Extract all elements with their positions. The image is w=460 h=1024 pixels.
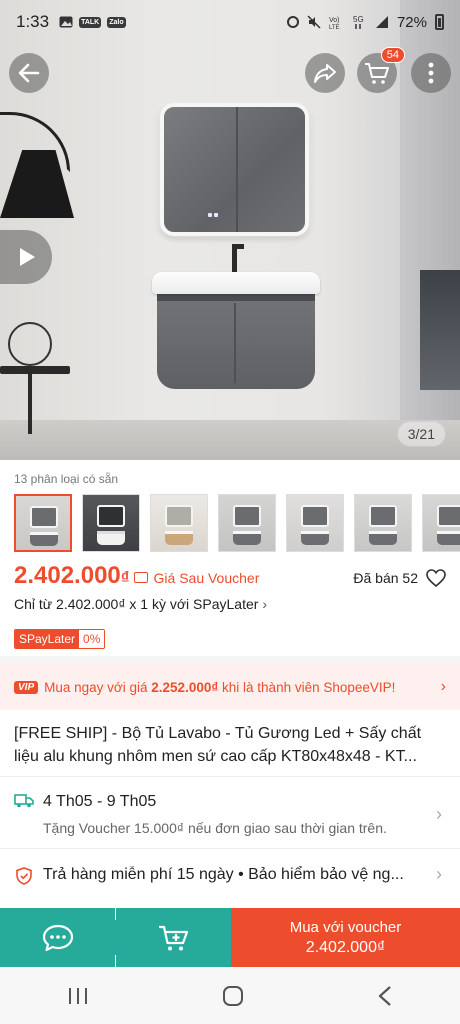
divider <box>0 776 460 777</box>
variant-thumbnails <box>14 494 460 552</box>
alarm-icon <box>286 16 299 28</box>
price-row: 2.402.000₫ Giá Sau Voucher Đã bán 52 <box>14 562 446 590</box>
cart-button[interactable]: 54 <box>357 47 405 93</box>
vip-badge: VIP <box>14 680 39 694</box>
shield-icon <box>16 867 32 885</box>
back-button[interactable] <box>9 53 49 93</box>
notification-icons: TALK Zalo <box>59 16 126 28</box>
shipping-voucher-note: Tặng Voucher 15.000₫ nếu đơn giao sau th… <box>43 820 387 836</box>
spaylater-badge: SPayLater 0% <box>14 629 106 649</box>
vanity-cabinet <box>157 293 315 389</box>
more-vertical-icon <box>428 62 434 84</box>
buy-button-price: 2.402.000₫ <box>305 938 386 956</box>
vip-offer-bar[interactable]: VIP Mua ngay với giá 2.252.000₫ khi là t… <box>0 664 460 710</box>
voucher-icon <box>133 572 148 583</box>
play-icon <box>20 248 35 266</box>
svg-text:Vo): Vo) <box>329 17 340 24</box>
zalo-icon: Zalo <box>107 16 126 28</box>
variants-label: 13 phân loại có sẵn <box>14 472 119 486</box>
floor-decor <box>0 420 460 460</box>
divider <box>0 848 460 849</box>
recent-apps-icon[interactable] <box>67 986 89 1006</box>
vip-offer-text: Mua ngay với giá 2.252.000₫ khi là thành… <box>44 679 396 695</box>
variant-thumb[interactable] <box>422 494 460 552</box>
talk-icon: TALK <box>79 16 102 28</box>
buy-with-voucher-button[interactable]: Mua với voucher 2.402.000₫ <box>231 908 460 967</box>
cart-count-badge: 54 <box>380 47 405 63</box>
heart-icon[interactable] <box>426 569 446 587</box>
add-to-cart-icon <box>158 925 188 950</box>
sold-count: Đã bán 52 <box>353 569 446 587</box>
battery-percent: 72% <box>396 13 427 31</box>
return-policy-row[interactable]: Trả hàng miễn phí 15 ngày • Bảo hiểm bảo… <box>14 864 446 888</box>
window-decor <box>420 270 460 390</box>
video-play-button[interactable] <box>0 230 52 284</box>
variant-thumb[interactable] <box>150 494 208 552</box>
chevron-right-icon: › <box>440 678 446 695</box>
share-button[interactable] <box>305 53 345 93</box>
product-image-gallery[interactable]: 1:33 TALK Zalo Vo) LTE 5G 72% 54 3/21 <box>0 0 460 460</box>
share-icon <box>314 64 336 83</box>
chat-button[interactable] <box>0 908 115 967</box>
5g-icon: 5G <box>353 15 364 29</box>
gallery-counter: 3/21 <box>396 421 446 447</box>
status-bar: 1:33 TALK Zalo Vo) LTE 5G 72% <box>0 0 460 44</box>
add-to-cart-button[interactable] <box>116 908 231 967</box>
back-icon[interactable] <box>377 985 393 1007</box>
price-value: 2.402.000₫ <box>14 562 130 589</box>
chevron-right-icon: › <box>436 804 442 824</box>
variant-thumb[interactable] <box>14 494 72 552</box>
status-time: 1:33 <box>16 12 50 31</box>
battery-icon <box>435 14 444 30</box>
svg-text:LTE: LTE <box>329 25 340 29</box>
mirror-cabinet <box>160 103 309 236</box>
table-leg-decor <box>28 374 32 434</box>
chevron-right-icon: › <box>436 864 442 884</box>
separator <box>0 656 460 664</box>
variant-thumb[interactable] <box>218 494 276 552</box>
table-decor <box>0 366 70 374</box>
shipping-dates: 4 Th05 - 9 Th05 <box>43 793 157 810</box>
arrow-left-icon <box>18 63 40 83</box>
cart-icon <box>365 63 389 84</box>
status-right-icons: Vo) LTE 5G 72% <box>286 13 444 31</box>
volte-icon: Vo)LTE <box>329 17 340 29</box>
truck-icon <box>14 794 34 808</box>
variant-thumb[interactable] <box>286 494 344 552</box>
return-policy-text: Trả hàng miễn phí 15 ngày • Bảo hiểm bảo… <box>43 866 404 883</box>
product-title: [FREE SHIP] - Bộ Tủ Lavabo - Tủ Gương Le… <box>14 725 422 765</box>
variant-thumb[interactable] <box>354 494 412 552</box>
variant-thumb[interactable] <box>82 494 140 552</box>
image-icon <box>59 16 73 28</box>
signal-icon <box>375 16 388 28</box>
sculpture-decor <box>8 322 52 366</box>
basin <box>152 272 320 294</box>
svg-text:5G: 5G <box>353 15 364 24</box>
mute-icon <box>307 15 321 29</box>
home-icon[interactable] <box>222 985 244 1007</box>
more-button[interactable] <box>411 53 451 93</box>
buy-button-label: Mua với voucher <box>289 918 402 936</box>
system-nav-bar <box>0 967 460 1024</box>
chat-icon <box>42 924 73 951</box>
paylater-line[interactable]: Chỉ từ 2.402.000₫ x 1 kỳ với SPayLater › <box>14 596 267 612</box>
voucher-price-tag[interactable]: Giá Sau Voucher <box>133 570 259 586</box>
bottom-action-bar: Mua với voucher 2.402.000₫ <box>0 908 460 967</box>
